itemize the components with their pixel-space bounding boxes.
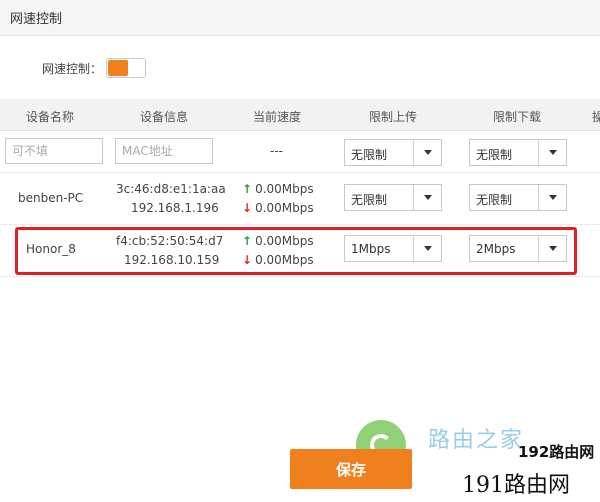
caret-down-icon [538, 140, 566, 165]
device-info: 3c:46:d8:e1:1a:aa 192.168.1.196 [116, 180, 226, 218]
header-device-info: 设备信息 [140, 110, 189, 124]
speed-control-toggle-row: 网速控制： [42, 58, 147, 78]
header-current-speed: 当前速度 [253, 110, 302, 124]
save-button[interactable]: 保存 [290, 449, 412, 489]
watermark-text: 路由之家 [428, 428, 525, 453]
upload-speed: 0.00Mbps [255, 182, 314, 196]
header-download-limit: 限制下载 [493, 110, 542, 124]
watermark-text-secondary: 192路由网 [518, 443, 595, 461]
upload-limit-select[interactable]: 无限制 [344, 184, 442, 211]
header-operation: 操 [592, 110, 600, 124]
device-name-input[interactable] [5, 138, 103, 164]
select-value: 无限制 [351, 148, 388, 162]
arrow-down-icon: ↓ [242, 201, 253, 215]
page-title: 网速控制 [10, 12, 63, 27]
mac-address-input[interactable] [115, 138, 213, 164]
caret-down-icon [538, 185, 566, 210]
device-name: benben-PC [18, 191, 84, 205]
header-device-name: 设备名称 [26, 110, 75, 124]
speed-control-label: 网速控制： [42, 61, 103, 76]
highlight-box [15, 227, 577, 275]
download-limit-select[interactable]: 无限制 [469, 139, 567, 166]
toggle-knob [108, 60, 129, 76]
download-speed: 0.00Mbps [255, 201, 314, 215]
arrow-up-icon: ↑ [242, 182, 253, 196]
caret-down-icon [413, 140, 441, 165]
current-speed: ↑ 0.00Mbps ↓ 0.00Mbps [242, 180, 314, 218]
current-speed-placeholder: --- [270, 144, 283, 158]
caret-down-icon [413, 185, 441, 210]
download-limit-select[interactable]: 无限制 [469, 184, 567, 211]
device-ip: 192.168.1.196 [130, 201, 219, 215]
page-header: 网速控制 [0, 0, 600, 36]
device-mac: 3c:46:d8:e1:1a:aa [116, 182, 226, 196]
table-header: 设备名称 设备信息 当前速度 限制上传 限制下载 操 [0, 99, 600, 131]
speed-control-toggle[interactable] [106, 58, 147, 78]
upload-limit-select[interactable]: 无限制 [344, 139, 442, 166]
table-row: benben-PC 3c:46:d8:e1:1a:aa 192.168.1.19… [0, 173, 600, 225]
header-upload-limit: 限制上传 [369, 110, 418, 124]
watermark-text-bottom: 191路由网 [462, 473, 570, 498]
select-value: 无限制 [351, 193, 388, 207]
select-value: 无限制 [476, 193, 513, 207]
select-value: 无限制 [476, 148, 513, 162]
table-row-new: --- 无限制 无限制 [0, 131, 600, 173]
